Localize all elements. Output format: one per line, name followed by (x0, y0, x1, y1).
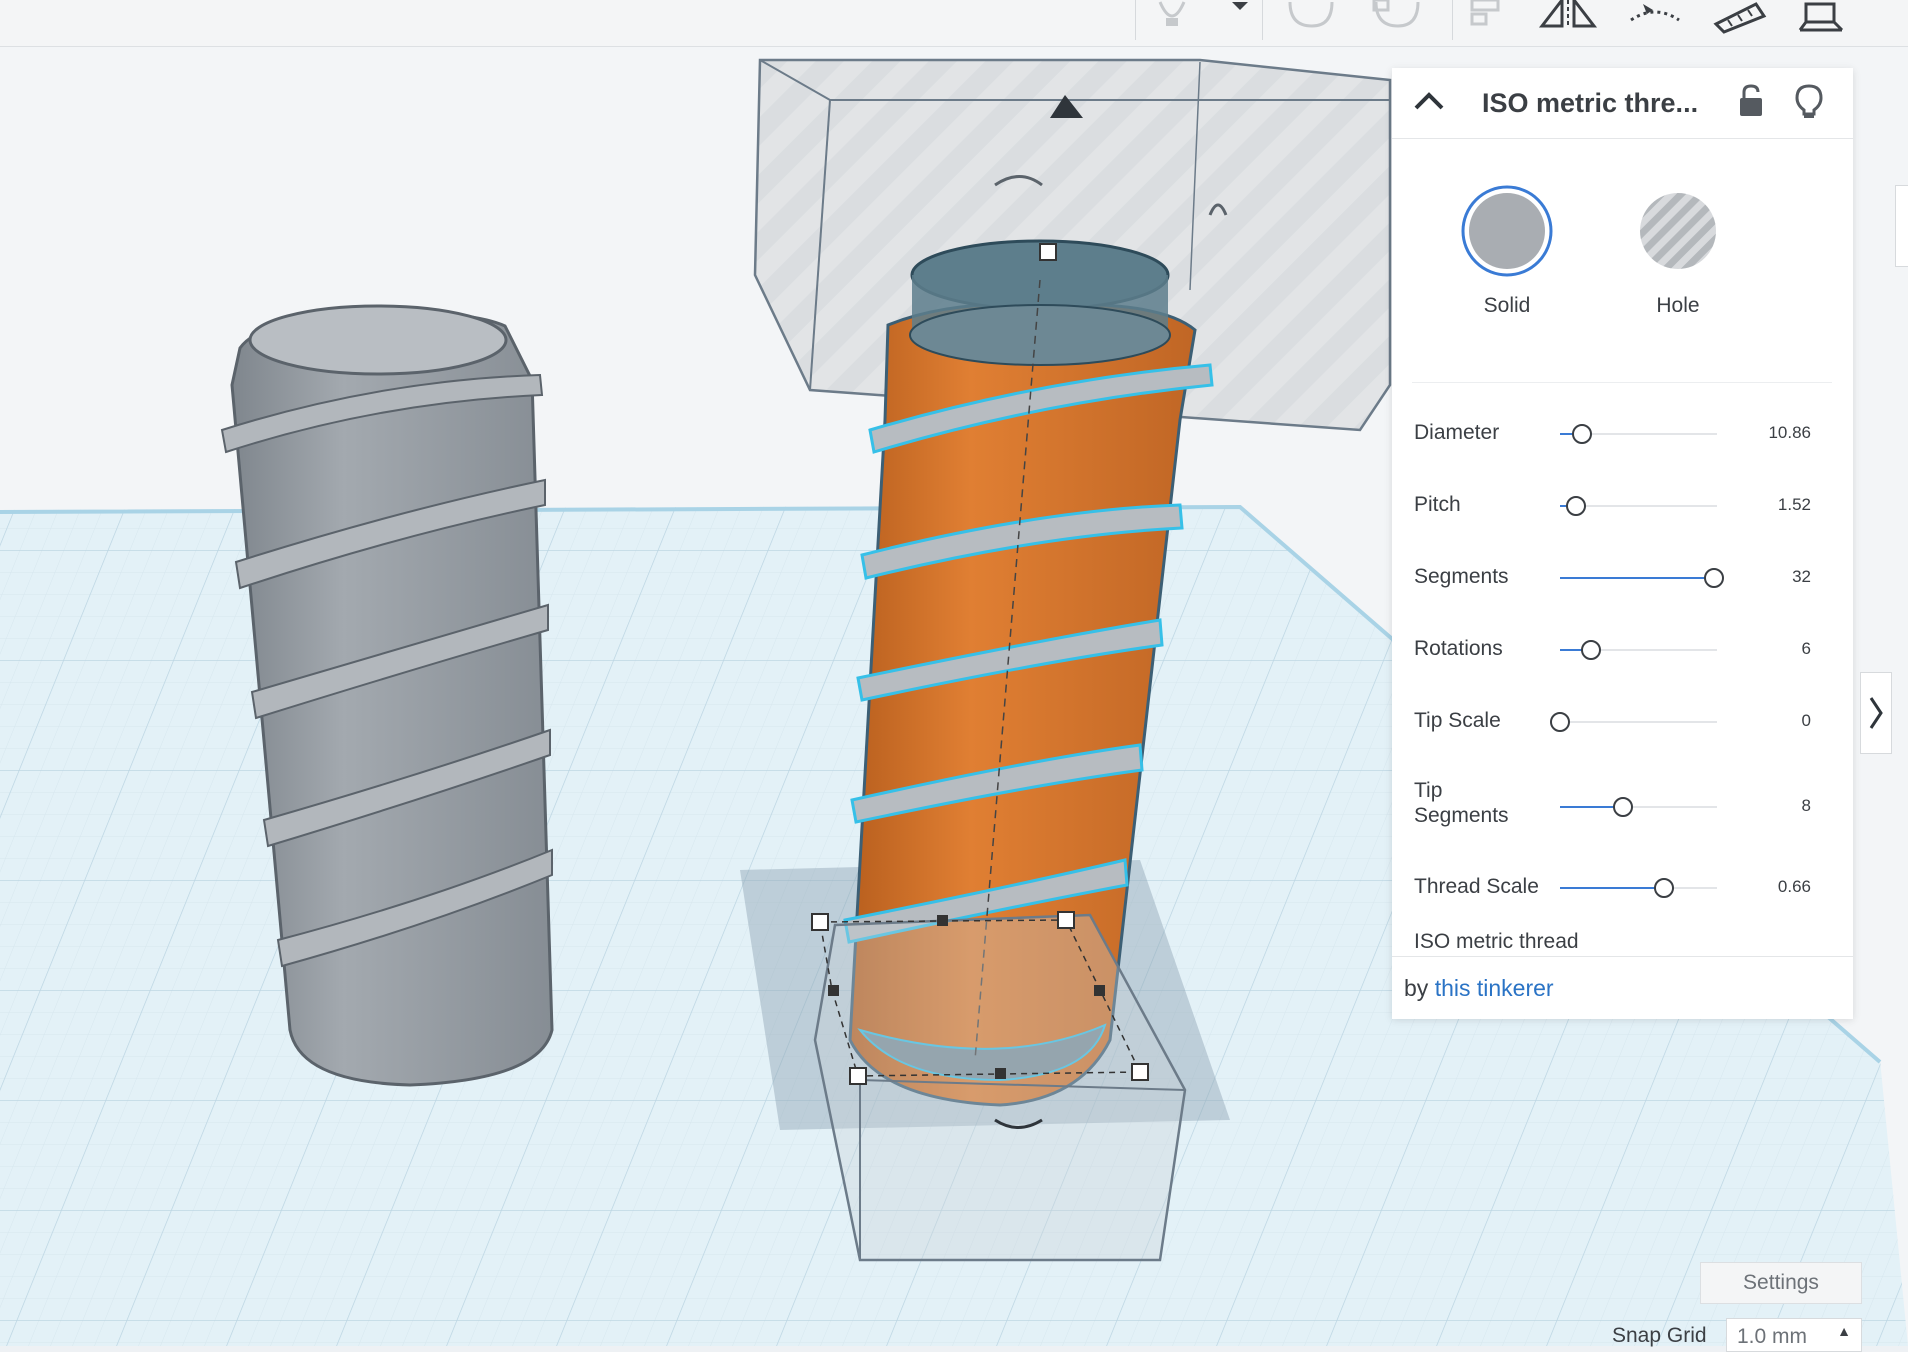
thread-scale-slider[interactable] (1560, 878, 1717, 898)
resize-handle[interactable] (811, 913, 829, 931)
segments-slider[interactable] (1560, 568, 1724, 588)
chevron-down-icon[interactable] (1228, 0, 1252, 46)
lightbulb-visibility-icon[interactable] (1794, 84, 1824, 125)
param-value: 6 (1801, 639, 1811, 658)
param-label: Tip Scale (1414, 709, 1501, 732)
param-value: 1.52 (1777, 495, 1811, 514)
expand-panel-button[interactable] (1860, 672, 1892, 754)
inspector-header: ISO metric thre... (1392, 68, 1853, 139)
param-thread-scale: Thread Scale 0.66 (1392, 872, 1853, 928)
toolbar-separator (1135, 0, 1136, 40)
solid-mode-button[interactable]: Solid (1447, 183, 1567, 318)
shape-inspector: ISO metric thre... Solid Hole Diameter 1… (1392, 68, 1853, 1019)
snap-grid-select[interactable]: 1.0 mm ▲ (1726, 1318, 1862, 1352)
param-value: 0 (1801, 711, 1811, 730)
param-label: Rotations (1414, 637, 1503, 660)
resize-handle[interactable] (1094, 985, 1105, 996)
param-segments: Segments 32 (1392, 562, 1853, 618)
cruise-icon[interactable] (1625, 0, 1685, 46)
tip-segments-slider[interactable] (1560, 797, 1717, 817)
rotations-slider[interactable] (1560, 640, 1717, 660)
param-label: Thread Scale (1414, 875, 1539, 898)
inspector-footer: by this tinkerer (1392, 956, 1853, 1019)
resize-handle[interactable] (1131, 1063, 1149, 1081)
inspector-title: ISO metric thre... (1482, 88, 1699, 118)
lightbulb-icon[interactable] (1150, 0, 1194, 46)
param-rotations: Rotations 6 (1392, 634, 1853, 690)
solid-swatch-icon (1461, 185, 1553, 277)
toolbar (0, 0, 1908, 47)
workplane-icon[interactable] (1796, 0, 1846, 46)
toolbar-separator (1262, 0, 1263, 40)
slider-fill (1560, 577, 1714, 579)
ruler-icon[interactable] (1712, 0, 1768, 46)
param-label: Tip Segments (1414, 779, 1509, 827)
inspector-divider (1412, 382, 1832, 383)
param-pitch: Pitch 1.52 (1392, 490, 1853, 546)
slider-thumb[interactable] (1571, 424, 1592, 444)
shape-name: ISO metric thread (1414, 930, 1579, 953)
slider-fill (1560, 887, 1664, 889)
slider-thumb[interactable] (1612, 797, 1633, 817)
chevron-right-icon (1869, 697, 1883, 729)
tip-scale-slider[interactable] (1550, 712, 1717, 732)
diameter-slider[interactable] (1560, 424, 1717, 444)
pitch-slider[interactable] (1560, 496, 1717, 516)
param-label: Pitch (1414, 493, 1461, 516)
param-tip-segments: Tip Segments 8 (1392, 778, 1853, 848)
group-icon[interactable] (1284, 0, 1338, 46)
snap-grid-value: 1.0 mm (1737, 1325, 1808, 1348)
author-link[interactable]: this tinkerer (1435, 975, 1554, 1001)
resize-handle[interactable] (849, 1067, 867, 1085)
settings-button[interactable]: Settings (1700, 1262, 1862, 1304)
caret-up-icon: ▲ (1837, 1323, 1851, 1339)
param-value: 8 (1801, 796, 1811, 815)
resize-handle[interactable] (937, 915, 948, 926)
by-label: by (1404, 975, 1429, 1001)
toolbar-separator (1452, 0, 1453, 40)
param-label: Segments (1414, 565, 1509, 588)
slider-thumb[interactable] (1550, 712, 1570, 732)
height-handle[interactable] (1039, 243, 1057, 261)
param-label: Diameter (1414, 421, 1500, 444)
slider-thumb[interactable] (1565, 496, 1586, 516)
snap-grid-label: Snap Grid (1612, 1324, 1707, 1347)
resize-handle[interactable] (828, 985, 839, 996)
slider-thumb[interactable] (1581, 640, 1602, 660)
hole-swatch-icon (1640, 193, 1716, 269)
param-tip-scale: Tip Scale 0 (1392, 706, 1853, 762)
hole-label: Hole (1656, 294, 1700, 317)
param-value: 32 (1792, 567, 1811, 586)
unlock-icon[interactable] (1736, 84, 1766, 123)
mirror-icon[interactable] (1538, 0, 1598, 46)
collapse-chevron-up-icon[interactable] (1412, 90, 1446, 119)
resize-handle[interactable] (995, 1068, 1006, 1079)
align-icon[interactable] (1468, 0, 1506, 46)
side-tab[interactable] (1895, 185, 1908, 267)
hole-mode-button[interactable]: Hole (1618, 183, 1738, 318)
resize-handle[interactable] (1057, 911, 1075, 929)
param-value: 10.86 (1768, 423, 1811, 442)
slider-thumb[interactable] (1653, 878, 1674, 898)
author-line: by this tinkerer (1404, 975, 1554, 1002)
param-diameter: Diameter 10.86 (1392, 418, 1853, 474)
solid-label: Solid (1483, 294, 1531, 317)
param-value: 0.66 (1777, 877, 1811, 896)
slider-thumb[interactable] (1703, 568, 1724, 588)
ungroup-icon[interactable] (1370, 0, 1424, 46)
